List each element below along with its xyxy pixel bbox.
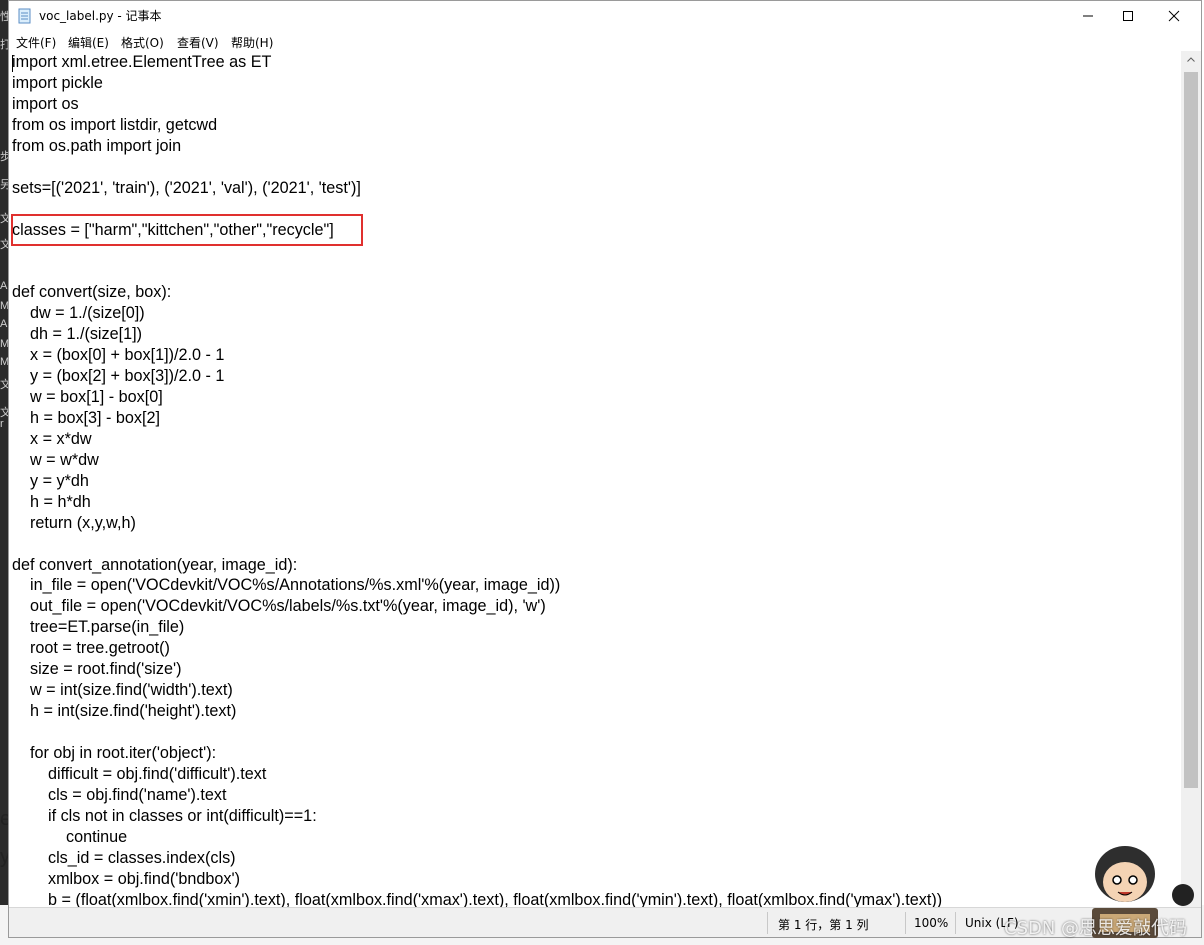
close-icon — [1168, 10, 1180, 22]
code-line: size = root.find('size') — [12, 660, 182, 679]
background-char: A — [0, 318, 8, 330]
title-bar[interactable]: voc_label.py - 记事本 — [9, 1, 1201, 31]
maximize-icon — [1123, 11, 1133, 21]
scroll-up-button[interactable] — [1181, 51, 1201, 68]
code-line: cls_id = classes.index(cls) — [12, 848, 236, 867]
code-line: import xml.etree.ElementTree as ET — [12, 53, 272, 71]
code-line: from os import listdir, getcwd — [12, 115, 218, 134]
menu-edit[interactable]: 编辑(E) — [68, 34, 109, 51]
menu-help[interactable]: 帮助(H) — [231, 34, 273, 51]
zoom-level: 100% — [914, 916, 949, 930]
text-editor[interactable]: import xml.etree.ElementTree as ET import… — [9, 51, 1181, 907]
notepad-window: voc_label.py - 记事本 文件(F) 编辑(E) 格式(O) 查看(… — [8, 0, 1202, 938]
background-char: A — [0, 280, 8, 292]
code-line: dh = 1./(size[1]) — [12, 325, 143, 344]
csdn-watermark: CSDN @思思爱敲代码 — [1004, 918, 1188, 939]
status-separator — [767, 912, 768, 934]
code-line: h = int(size.find('height').text) — [12, 702, 237, 721]
code-line: def convert(size, box): — [12, 283, 172, 302]
code-line: out_file = open('VOCdevkit/VOC%s/labels/… — [12, 597, 546, 616]
text-caret — [12, 55, 13, 72]
code-line: x = x*dw — [12, 429, 92, 448]
menu-view[interactable]: 查看(V) — [177, 34, 219, 51]
code-line: if cls not in classes or int(difficult)=… — [12, 806, 317, 825]
chevron-up-icon — [1187, 57, 1195, 62]
code-line: return (x,y,w,h) — [12, 513, 136, 532]
classes-highlight-box — [11, 214, 363, 246]
code-line: root = tree.getroot() — [12, 639, 170, 658]
menu-file[interactable]: 文件(F) — [16, 34, 56, 51]
background-char: r — [0, 418, 4, 430]
notepad-icon — [18, 8, 31, 24]
code-line: y = y*dh — [12, 471, 89, 490]
scroll-thumb[interactable] — [1184, 72, 1198, 788]
code-line: in_file = open('VOCdevkit/VOC%s/Annotati… — [12, 576, 561, 595]
code-line: tree=ET.parse(in_file) — [12, 618, 185, 637]
code-line: w = box[1] - box[0] — [12, 388, 163, 406]
code-line: w = w*dw — [12, 450, 99, 469]
status-separator — [955, 912, 956, 934]
code-line: h = h*dh — [12, 492, 91, 511]
code-line: def convert_annotation(year, image_id): — [12, 555, 298, 574]
background-left-strip — [0, 0, 8, 945]
menu-bar: 文件(F) 编辑(E) 格式(O) 查看(V) 帮助(H) — [9, 31, 1201, 51]
code-line: dw = 1./(size[0]) — [12, 304, 145, 323]
code-line: import pickle — [12, 73, 103, 92]
code-line: for obj in root.iter('object'): — [12, 743, 217, 762]
cursor-position: 第 1 行，第 1 列 — [778, 918, 869, 932]
code-line: xmlbox = obj.find('bndbox') — [12, 869, 240, 888]
status-separator — [905, 912, 906, 934]
code-line: x = (box[0] + box[1])/2.0 - 1 — [12, 346, 225, 365]
maximize-button[interactable] — [1105, 1, 1151, 31]
corner-badge — [1172, 884, 1194, 906]
minimize-icon — [1083, 15, 1093, 17]
window-title: voc_label.py - 记事本 — [39, 9, 162, 23]
menu-format[interactable]: 格式(O) — [121, 34, 164, 51]
code-line: continue — [12, 827, 128, 846]
code-line: import os — [12, 94, 79, 113]
vertical-scrollbar[interactable] — [1181, 51, 1201, 907]
code-line: from os.path import join — [12, 136, 182, 155]
code-line: w = int(size.find('width').text) — [12, 681, 233, 700]
code-line: y = (box[2] + box[3])/2.0 - 1 — [12, 367, 225, 386]
code-line: difficult = obj.find('difficult').text — [12, 764, 267, 783]
close-button[interactable] — [1151, 1, 1197, 31]
code-line: h = box[3] - box[2] — [12, 408, 161, 427]
code-text: import xml.etree.ElementTree as ET import… — [12, 52, 942, 907]
code-line: cls = obj.find('name').text — [12, 785, 227, 804]
code-line: b = (float(xmlbox.find('xmin').text), fl… — [12, 890, 943, 908]
code-line: sets=[('2021', 'train'), ('2021', 'val')… — [12, 178, 361, 197]
